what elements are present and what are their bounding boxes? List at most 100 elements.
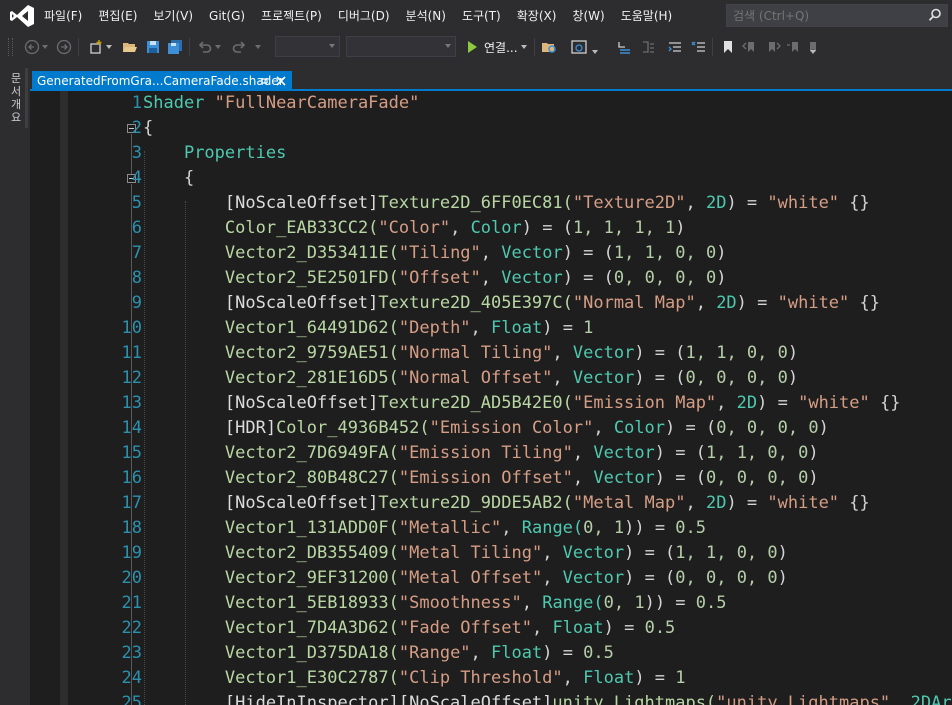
code-token: { bbox=[143, 168, 195, 188]
code-token: "white" bbox=[777, 293, 850, 313]
code-token: "Texture2D" bbox=[572, 193, 686, 213]
code-line[interactable]: [NoScaleOffset]Texture2D_405E397C("Norma… bbox=[143, 291, 880, 316]
code-line[interactable]: Vector1_D375DA18("Range", Float) = 0.5 bbox=[143, 641, 614, 666]
find-in-files-icon[interactable] bbox=[541, 39, 558, 55]
toolbar-grip[interactable] bbox=[8, 38, 13, 56]
menu-item[interactable]: 디버그(D) bbox=[330, 0, 398, 32]
code-line[interactable]: [NoScaleOffset]Texture2D_AD5B42E0("Emiss… bbox=[143, 391, 901, 416]
code-line[interactable]: Shader "FullNearCameraFade" bbox=[143, 91, 419, 116]
menu-item[interactable]: 확장(X) bbox=[509, 0, 565, 32]
code-token: Vector1_D375DA18( bbox=[224, 643, 399, 663]
code-token: 1, 1, 0, 0 bbox=[685, 343, 788, 363]
document-outline-tab[interactable]: 문서 개요 bbox=[9, 72, 23, 124]
overflow-dropdown-icon[interactable] bbox=[591, 44, 599, 60]
code-token: Vector2_DB355409( bbox=[224, 543, 399, 563]
code-line[interactable]: Vector2_DB355409("Metal Tiling", Vector)… bbox=[143, 541, 788, 566]
search-box[interactable] bbox=[726, 4, 948, 27]
outdent-icon[interactable] bbox=[667, 39, 683, 55]
code-line[interactable]: Vector2_9EF31200("Metal Offset", Vector)… bbox=[143, 566, 788, 591]
code-token: ) bbox=[808, 468, 819, 488]
code-line[interactable]: { bbox=[143, 166, 194, 191]
code-line[interactable]: Vector1_131ADD0F("Metallic", Range(0, 1)… bbox=[143, 516, 706, 541]
code-line[interactable]: Vector2_9759AE51("Normal Tiling", Vector… bbox=[143, 341, 798, 366]
code-token: Color_EAB33CC2( bbox=[224, 218, 379, 238]
solution-config-dropdown[interactable] bbox=[275, 36, 340, 57]
code-line[interactable]: Color_EAB33CC2("Color", Color) = (1, 1, … bbox=[143, 216, 686, 241]
document-tab[interactable]: GeneratedFromGra...CameraFade.shader bbox=[32, 71, 292, 91]
back-icon[interactable] bbox=[24, 39, 40, 55]
menu-item[interactable]: Git(G) bbox=[201, 0, 253, 32]
browser-icon[interactable] bbox=[571, 39, 587, 55]
solution-platform-dropdown[interactable] bbox=[346, 36, 456, 57]
code-token: ) bbox=[787, 343, 799, 363]
line-number: 18 bbox=[121, 518, 142, 538]
code-line[interactable]: Vector2_7D6949FA("Emission Tiling", Vect… bbox=[143, 441, 819, 466]
code-line[interactable]: Vector2_281E16D5("Normal Offset", Vector… bbox=[143, 366, 798, 391]
toolbar-separator bbox=[78, 38, 79, 56]
code-token: ) = ( bbox=[654, 468, 706, 488]
prev-bookmark-icon[interactable] bbox=[742, 39, 758, 55]
new-project-icon[interactable] bbox=[88, 39, 104, 55]
save-icon[interactable] bbox=[145, 39, 161, 55]
step-into-icon[interactable] bbox=[616, 39, 632, 55]
code-token: Float bbox=[491, 318, 543, 338]
code-line[interactable]: [NoScaleOffset]Texture2D_6FF0EC81("Textu… bbox=[143, 191, 870, 216]
code-token: "Metal Map" bbox=[572, 493, 686, 513]
undo-dropdown-icon[interactable] bbox=[214, 39, 222, 55]
code-token: 2D bbox=[736, 393, 758, 413]
next-bookmark-icon[interactable] bbox=[765, 39, 781, 55]
redo-icon[interactable] bbox=[231, 39, 247, 55]
menu-item[interactable]: 도움말(H) bbox=[613, 0, 681, 32]
menu-item[interactable]: 프로젝트(P) bbox=[253, 0, 330, 32]
code-line[interactable]: Vector2_5E2501FD("Offset", Vector) = (0,… bbox=[143, 266, 727, 291]
code-line[interactable]: Properties bbox=[143, 141, 286, 166]
code-token: ) = bbox=[726, 193, 768, 213]
menu-item[interactable]: 분석(N) bbox=[398, 0, 454, 32]
bookmark-icon[interactable] bbox=[721, 39, 735, 55]
connect-button[interactable]: 연결... bbox=[484, 39, 518, 56]
code-token: ) bbox=[675, 218, 686, 238]
code-editor[interactable]: 1 Shader "FullNearCameraFade" 2{3 Properti… bbox=[30, 91, 952, 705]
code-token: ) = ( bbox=[634, 368, 686, 388]
step-over-icon[interactable] bbox=[640, 39, 656, 55]
menu-item[interactable]: 보기(V) bbox=[145, 0, 201, 32]
open-folder-icon[interactable] bbox=[122, 39, 138, 55]
undo-icon[interactable] bbox=[197, 39, 213, 55]
redo-dropdown-icon[interactable] bbox=[254, 39, 262, 55]
menu-item[interactable]: 창(W) bbox=[564, 0, 612, 32]
code-line[interactable]: Vector1_E30C2787("Clip Threshold", Float… bbox=[143, 666, 686, 691]
search-input[interactable] bbox=[727, 5, 923, 26]
close-icon[interactable] bbox=[275, 75, 287, 87]
menu-item[interactable]: 편집(E) bbox=[90, 0, 145, 32]
comment-icon[interactable] bbox=[691, 39, 707, 55]
code-line[interactable]: Vector1_7D4A3D62("Fade Offset", Float) =… bbox=[143, 616, 675, 641]
code-token: "Smoothness" bbox=[398, 593, 522, 613]
toolbar-overflow-icon[interactable] bbox=[809, 44, 817, 60]
menu-item[interactable]: 도구(T) bbox=[454, 0, 509, 32]
code-token: ) bbox=[787, 368, 799, 388]
forward-icon[interactable] bbox=[56, 39, 72, 55]
code-line[interactable]: [HideInInspector][NoScaleOffset]unity_Li… bbox=[143, 691, 952, 705]
line-number: 22 bbox=[121, 618, 142, 638]
code-line[interactable]: [HDR]Color_4936B452("Emission Color", Co… bbox=[143, 416, 829, 441]
line-number: 13 bbox=[121, 393, 142, 413]
line-number: 9 bbox=[131, 293, 142, 313]
code-line[interactable]: [NoScaleOffset]Texture2D_9DDE5AB2("Metal… bbox=[143, 491, 870, 516]
code-line[interactable]: Vector1_5EB18933("Smoothness", Range(0, … bbox=[143, 591, 727, 616]
connect-dropdown-icon[interactable] bbox=[520, 39, 528, 55]
code-line[interactable]: { bbox=[143, 116, 153, 141]
back-dropdown-icon[interactable] bbox=[41, 39, 49, 55]
new-dropdown-icon[interactable] bbox=[105, 39, 113, 55]
save-all-icon[interactable] bbox=[166, 39, 184, 55]
code-token: "Normal Offset" bbox=[398, 368, 553, 388]
menu-item[interactable]: 파일(F) bbox=[36, 0, 90, 32]
prev-bookmark-folder-icon[interactable] bbox=[786, 39, 802, 55]
search-icon[interactable] bbox=[927, 7, 943, 23]
code-line[interactable]: Vector2_80B48C27("Emission Offset", Vect… bbox=[143, 466, 819, 491]
start-play-icon[interactable] bbox=[465, 39, 479, 55]
code-line[interactable]: Vector2_D353411E("Tiling", Vector) = (1,… bbox=[143, 241, 727, 266]
pin-icon[interactable] bbox=[258, 75, 270, 87]
code-line[interactable]: Vector1_64491D62("Depth", Float) = 1 bbox=[143, 316, 594, 341]
